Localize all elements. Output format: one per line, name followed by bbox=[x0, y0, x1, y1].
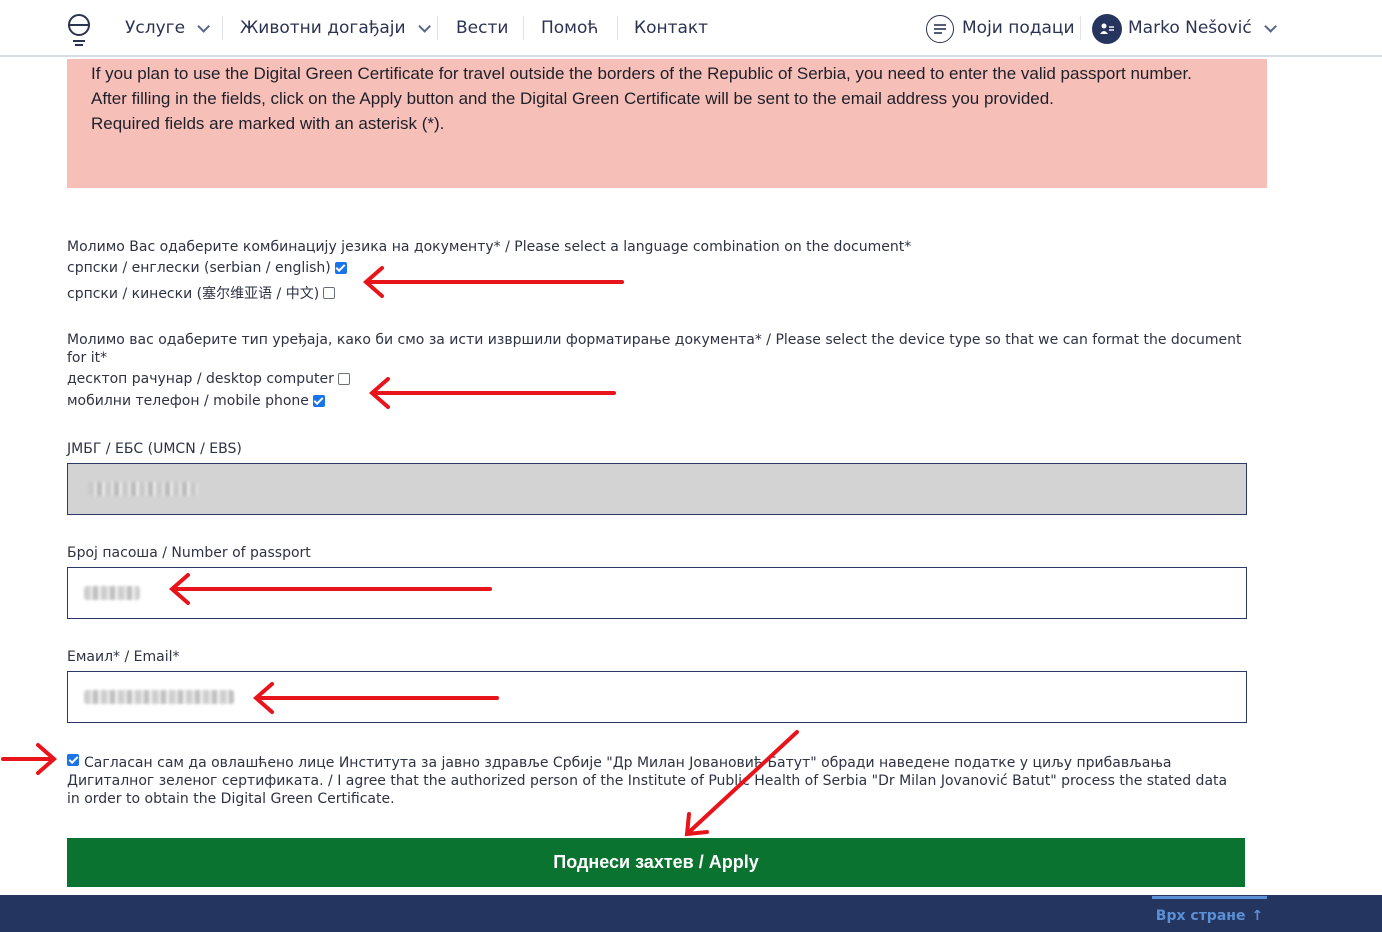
redacted-value bbox=[88, 482, 198, 496]
device-option-label: мобилни телефон / mobile phone bbox=[67, 393, 309, 409]
nav-news-label: Вести bbox=[456, 18, 509, 38]
my-data-link[interactable]: Моји подаци bbox=[962, 18, 1075, 38]
nav-divider bbox=[617, 16, 618, 40]
user-card-icon[interactable] bbox=[1092, 14, 1122, 44]
language-english-checkbox[interactable] bbox=[334, 262, 347, 274]
chevron-down-icon bbox=[417, 19, 431, 33]
info-line: Required fields are marked with an aster… bbox=[91, 114, 445, 133]
nav-contact-label: Контакт bbox=[634, 18, 709, 38]
device-option-mobile[interactable]: мобилни телефон / mobile phone bbox=[67, 393, 325, 409]
nav-services-label: Услуге bbox=[125, 18, 186, 38]
device-desktop-checkbox[interactable] bbox=[337, 373, 350, 385]
nav-services[interactable]: Услуге bbox=[125, 18, 211, 38]
user-name: Marko Nešović bbox=[1128, 18, 1252, 38]
annotation-arrow-consent bbox=[1, 743, 58, 775]
back-to-top-label: Врх стране bbox=[1155, 907, 1246, 924]
device-question: Молимо вас одаберите тип уређаја, како б… bbox=[67, 332, 1242, 366]
nav-help-label: Помоћ bbox=[541, 18, 599, 38]
apply-button[interactable]: Поднеси захтев / Apply bbox=[67, 838, 1245, 887]
redacted-value bbox=[84, 690, 234, 704]
top-navigation: Услуге Животни догађаји Вести Помоћ Конт… bbox=[0, 0, 1382, 57]
device-option-desktop[interactable]: десктоп рачунар / desktop computer bbox=[67, 371, 350, 387]
nav-divider bbox=[1080, 16, 1081, 40]
language-chinese-checkbox[interactable] bbox=[323, 287, 336, 299]
redacted-value bbox=[84, 586, 140, 600]
consent-text: Сагласан сам да овлашћено лице Института… bbox=[67, 755, 1228, 807]
user-menu[interactable]: Marko Nešović bbox=[1128, 18, 1277, 38]
info-notice: If you plan to use the Digital Green Cer… bbox=[67, 59, 1267, 188]
back-to-top-link[interactable]: Врх стране ↑ bbox=[1152, 896, 1267, 932]
portal-logo-icon[interactable] bbox=[64, 12, 94, 46]
device-option-label: десктоп рачунар / desktop computer bbox=[67, 371, 334, 387]
list-icon[interactable] bbox=[926, 15, 954, 43]
language-option-label: српски / енглески (serbian / english) bbox=[67, 260, 331, 276]
device-mobile-checkbox[interactable] bbox=[312, 395, 325, 407]
language-option-english[interactable]: српски / енглески (serbian / english) bbox=[67, 260, 347, 276]
passport-label: Број пасоша / Number of passport bbox=[67, 545, 311, 561]
chevron-down-icon bbox=[197, 19, 211, 33]
umcn-field bbox=[67, 463, 1247, 515]
email-label: Емаил* / Email* bbox=[67, 649, 180, 665]
umcn-label: ЈМБГ / ЕБС (UMCN / EBS) bbox=[67, 441, 242, 457]
annotation-arrow-language bbox=[362, 266, 624, 298]
language-question: Молимо Вас одаберите комбинацију језика … bbox=[67, 239, 912, 255]
language-option-chinese[interactable]: српски / кинески (塞尔维亚语 / 中文) bbox=[67, 283, 336, 303]
chevron-down-icon bbox=[1263, 19, 1277, 33]
nav-life-events-label: Животни догађаји bbox=[240, 18, 406, 38]
my-data-label: Моји подаци bbox=[962, 18, 1075, 38]
consent-checkbox[interactable] bbox=[67, 754, 79, 766]
nav-divider bbox=[523, 16, 524, 40]
nav-divider bbox=[437, 16, 438, 40]
passport-field[interactable] bbox=[67, 567, 1247, 619]
nav-news[interactable]: Вести bbox=[456, 18, 508, 38]
nav-help[interactable]: Помоћ bbox=[541, 18, 599, 38]
language-option-label: српски / кинески (塞尔维亚语 / 中文) bbox=[67, 286, 320, 302]
nav-divider bbox=[222, 16, 223, 40]
info-line: If you plan to use the Digital Green Cer… bbox=[91, 64, 1192, 83]
nav-contact[interactable]: Контакт bbox=[634, 18, 708, 38]
arrow-up-icon: ↑ bbox=[1251, 907, 1264, 924]
email-field[interactable] bbox=[67, 671, 1247, 723]
nav-life-events[interactable]: Животни догађаји bbox=[240, 18, 431, 38]
info-line: After filling in the fields, click on th… bbox=[91, 89, 1054, 108]
annotation-arrow-device bbox=[368, 377, 616, 409]
consent-block: Сагласан сам да овлашћено лице Института… bbox=[67, 754, 1237, 808]
